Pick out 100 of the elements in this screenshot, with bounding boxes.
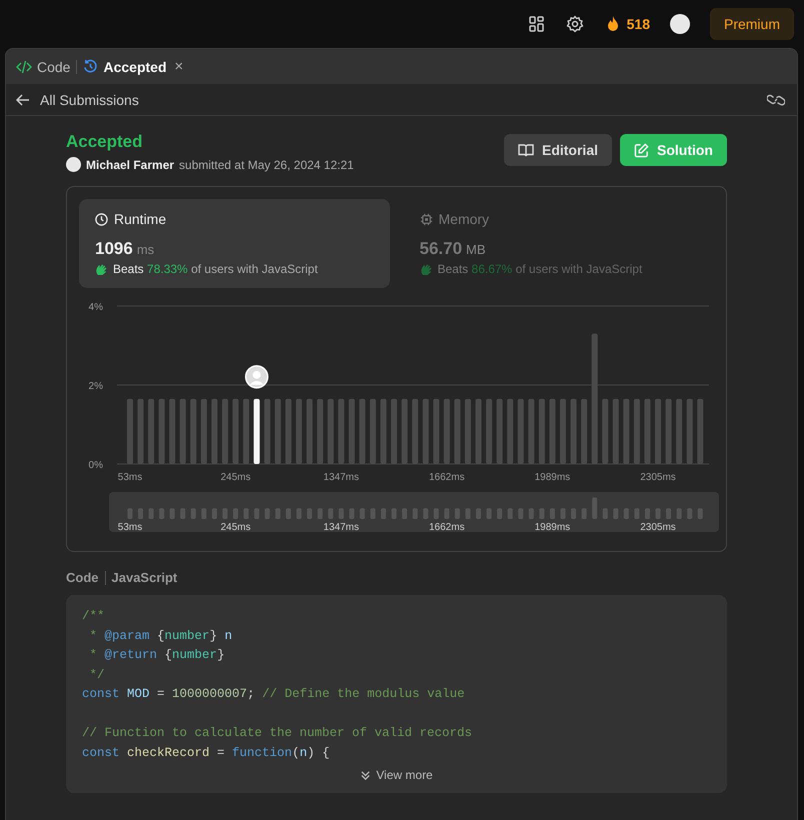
navigator-bar xyxy=(212,508,217,519)
navigator-bar xyxy=(434,508,439,519)
user-name[interactable]: Michael Farmer xyxy=(86,158,174,172)
navigator-bar xyxy=(338,508,344,519)
code-line: const MOD = 1000000007; // Define the modulus value xyxy=(82,686,466,703)
navigator-bar xyxy=(159,508,164,519)
navigator-bar xyxy=(138,508,144,519)
navigator-bar xyxy=(170,508,175,519)
navigator-bar xyxy=(698,508,703,519)
navigator-bar xyxy=(486,508,492,519)
navigator-bar xyxy=(476,508,481,519)
view-more-button[interactable]: View more xyxy=(354,767,439,783)
navigator-bar xyxy=(465,508,470,519)
navigator-bar xyxy=(550,508,555,519)
settings-icon[interactable] xyxy=(566,15,584,33)
navigator-label: 1347ms xyxy=(323,522,359,533)
tab[interactable]: Accepted xyxy=(83,58,166,74)
code-line: /** xyxy=(82,608,106,625)
axis-label: 2% xyxy=(88,381,103,392)
axis-label: 2305ms xyxy=(640,472,676,483)
navigator-bar xyxy=(190,508,196,519)
chevrons-down-icon xyxy=(360,770,372,780)
navigator-bar xyxy=(380,508,386,519)
close-icon[interactable]: × xyxy=(174,58,184,75)
metric-tab[interactable]: Memory 56.70 MB Beats 86.67% of users with JavaScript xyxy=(404,199,714,288)
axis-label: 0% xyxy=(88,460,103,471)
navigator-bar xyxy=(656,508,660,519)
metric-title: Memory xyxy=(438,211,490,227)
avatar[interactable] xyxy=(670,14,690,34)
navigator-bar xyxy=(528,508,534,519)
tab[interactable]: Code xyxy=(16,58,70,74)
code-icon xyxy=(16,60,32,74)
history-icon xyxy=(83,59,98,74)
navigator-bar xyxy=(328,508,334,519)
navigator-bar xyxy=(286,508,291,519)
navigator-bar xyxy=(180,508,186,519)
navigator-bar xyxy=(254,508,260,519)
back-link[interactable]: All Submissions xyxy=(16,92,139,108)
metric-title: Runtime xyxy=(114,211,166,227)
axis-label: 1347ms xyxy=(323,472,359,483)
metric-tab[interactable]: Runtime 1096 ms Beats 78.33% of users with JavaScript xyxy=(79,199,390,288)
language-label: JavaScript xyxy=(112,570,178,585)
navigator-bar xyxy=(508,508,513,519)
navigator-label: 2305ms xyxy=(640,522,676,533)
navigator-label: 1989ms xyxy=(534,522,570,533)
navigator-bar xyxy=(402,508,408,519)
navigator-bar xyxy=(360,508,365,519)
edit-icon xyxy=(634,142,649,158)
navigator-bar xyxy=(233,508,238,519)
clap-icon xyxy=(95,262,109,276)
navigator-bar xyxy=(412,508,418,519)
navigator-bar xyxy=(539,508,544,519)
axis-label: 245ms xyxy=(220,472,251,483)
clap-icon xyxy=(420,262,434,276)
streak-count: 518 xyxy=(626,16,650,32)
navigator-bar xyxy=(275,508,280,519)
navigator-bar xyxy=(264,508,270,519)
avatar xyxy=(66,157,81,172)
axis-label: 53ms xyxy=(118,472,142,483)
code-line: */ xyxy=(88,666,106,684)
premium-button[interactable]: Premium xyxy=(710,8,794,40)
axis-label: 4% xyxy=(88,302,103,313)
user-avatar-marker xyxy=(244,365,268,389)
navigator-bar xyxy=(244,508,249,519)
navigator-bar xyxy=(148,508,154,519)
navigator-bar xyxy=(518,508,524,519)
metric-value: 56.70 xyxy=(420,239,462,259)
navigator-bar xyxy=(644,508,650,519)
navigator-bar xyxy=(444,508,450,519)
navigator-label: 53ms xyxy=(118,522,142,533)
navigator-bar xyxy=(423,508,428,519)
navigator-bar xyxy=(222,508,228,519)
code-line: const checkRecord = function(n) { xyxy=(82,744,331,762)
metric-unit: ms xyxy=(136,242,154,257)
navigator-bar xyxy=(676,508,682,519)
status-text: Accepted xyxy=(66,132,144,152)
code-line: * @return {number} xyxy=(88,647,226,664)
navigator-bar xyxy=(602,508,608,519)
editorial-button[interactable]: Editorial xyxy=(504,134,612,166)
navigator-bar xyxy=(613,508,618,519)
navigator-bar xyxy=(582,508,587,519)
beats-text: Beats 78.33% of users with JavaScript xyxy=(113,262,318,276)
code-line: * @param {number} n xyxy=(88,628,234,644)
navigator-bar xyxy=(560,508,566,519)
navigator-bar xyxy=(454,508,460,519)
navigator-bar xyxy=(571,508,576,519)
navigator-bar xyxy=(497,508,502,519)
clock-icon xyxy=(95,212,108,226)
navigator-bar xyxy=(624,508,629,519)
navigator-bar xyxy=(296,508,302,519)
grid-icon[interactable] xyxy=(528,15,546,33)
beats-text: Beats 86.67% of users with JavaScript xyxy=(438,262,642,276)
axis-label: 1662ms xyxy=(429,472,465,483)
navigator-bar xyxy=(307,508,312,519)
navigator-bar xyxy=(201,508,206,519)
navigator-bar xyxy=(592,498,598,519)
bar xyxy=(254,398,260,464)
axis-label: 1989ms xyxy=(534,472,570,483)
code-line: // Function to calculate the number of valid records xyxy=(82,725,474,742)
code-label: Code xyxy=(66,570,98,585)
